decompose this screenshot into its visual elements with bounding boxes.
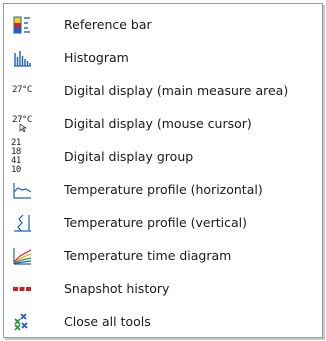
- digital-display-group-icon: 21 18 41 10: [11, 138, 33, 174]
- menu-item-label: Digital display (mouse cursor): [64, 116, 252, 131]
- digital-display-group-icon-line-2: 41 10: [11, 155, 21, 175]
- digital-display-icon: 27°C: [11, 80, 33, 102]
- menu-item-temperature-time-diagram[interactable]: Temperature time diagram: [4, 239, 322, 272]
- menu-item-temperature-profile-vertical[interactable]: Temperature profile (vertical): [4, 206, 322, 239]
- histogram-icon: [11, 47, 33, 69]
- menu-item-label: Temperature profile (horizontal): [64, 182, 263, 197]
- digital-display-group-icon-line-1: 21 18: [11, 137, 21, 157]
- menu-item-label: Histogram: [64, 50, 129, 65]
- menu-item-digital-display-main[interactable]: 27°C Digital display (main measure area): [4, 74, 322, 107]
- menu-item-temperature-profile-horizontal[interactable]: Temperature profile (horizontal): [4, 173, 322, 206]
- menu-item-label: Close all tools: [64, 314, 151, 329]
- close-all-tools-icon: [11, 311, 33, 333]
- menu-item-label: Temperature time diagram: [64, 248, 232, 263]
- temperature-profile-vertical-icon: [11, 212, 33, 234]
- temperature-time-diagram-icon: [11, 245, 33, 267]
- menu-item-label: Digital display group: [64, 149, 194, 164]
- menu-item-label: Temperature profile (vertical): [64, 215, 247, 230]
- menu-item-reference-bar[interactable]: Reference bar: [4, 8, 322, 41]
- menu-item-close-all-tools[interactable]: Close all tools: [4, 305, 322, 338]
- menu-item-digital-display-group[interactable]: 21 18 41 10 Digital display group: [4, 138, 322, 174]
- menu-item-label: Reference bar: [64, 17, 152, 32]
- menu-item-histogram[interactable]: Histogram: [4, 41, 322, 74]
- menu-item-label: Digital display (main measure area): [64, 83, 289, 98]
- tools-context-menu: Reference bar Histogram 27°C Digital dis…: [3, 3, 323, 338]
- cursor-arrow-icon: [19, 123, 27, 132]
- menu-item-snapshot-history[interactable]: Snapshot history: [4, 272, 322, 305]
- temperature-profile-horizontal-icon: [11, 179, 33, 201]
- menu-item-digital-display-cursor[interactable]: 27°C Digital display (mouse cursor): [4, 107, 322, 140]
- digital-display-cursor-icon: 27°C: [11, 113, 33, 135]
- reference-bar-icon: [11, 14, 33, 36]
- snapshot-history-icon: [11, 278, 33, 300]
- digital-display-icon-text: 27°C: [12, 85, 32, 95]
- menu-item-label: Snapshot history: [64, 281, 170, 296]
